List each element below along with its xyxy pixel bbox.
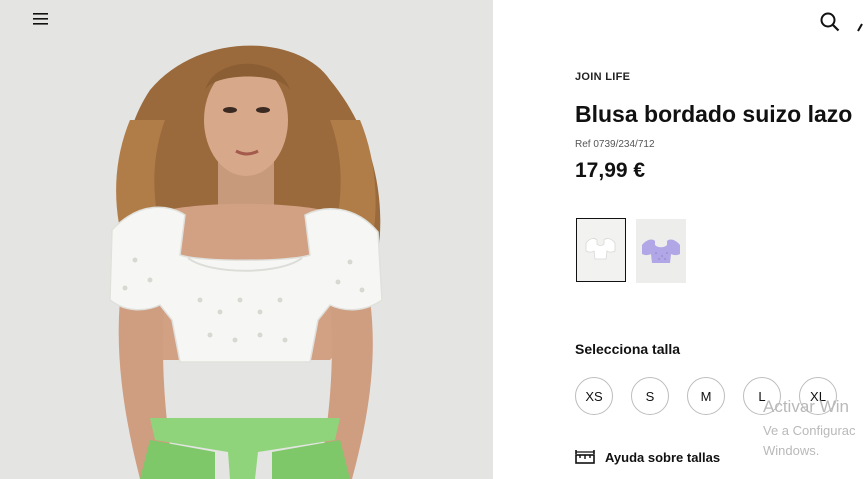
windows-activation-watermark: Activar Win Ve a Configurac Windows. (763, 397, 856, 461)
product-reference: Ref 0739/234/712 (575, 139, 655, 150)
user-icon (857, 23, 863, 32)
size-option-xs[interactable]: XS (575, 377, 613, 415)
hamburger-menu-icon (33, 13, 48, 25)
search-icon (820, 12, 840, 32)
color-swatch-lilac[interactable] (636, 219, 686, 283)
watermark-line-1: Activar Win (763, 397, 849, 416)
product-brand: JOIN LIFE (575, 71, 631, 83)
size-option-s[interactable]: S (631, 377, 669, 415)
lilac-blouse-thumbnail (636, 219, 686, 283)
size-selector-label: Selecciona talla (575, 341, 681, 357)
model-photo-illustration (0, 0, 493, 479)
account-button[interactable] (856, 10, 864, 34)
watermark-line-3: Windows. (763, 443, 820, 458)
search-button[interactable] (818, 10, 842, 34)
color-swatch-white[interactable] (576, 218, 626, 282)
product-title: Blusa bordado suizo lazo (575, 101, 853, 127)
size-help-label: Ayuda sobre tallas (605, 449, 721, 465)
white-blouse-thumbnail (577, 219, 624, 280)
size-help-link[interactable]: Ayuda sobre tallas (575, 446, 720, 468)
ruler-icon (575, 450, 595, 464)
size-option-m[interactable]: M (687, 377, 725, 415)
product-photo (0, 0, 493, 479)
menu-button[interactable] (30, 10, 52, 28)
product-price: 17,99 € (575, 159, 646, 182)
watermark-line-2: Ve a Configurac (763, 423, 856, 438)
